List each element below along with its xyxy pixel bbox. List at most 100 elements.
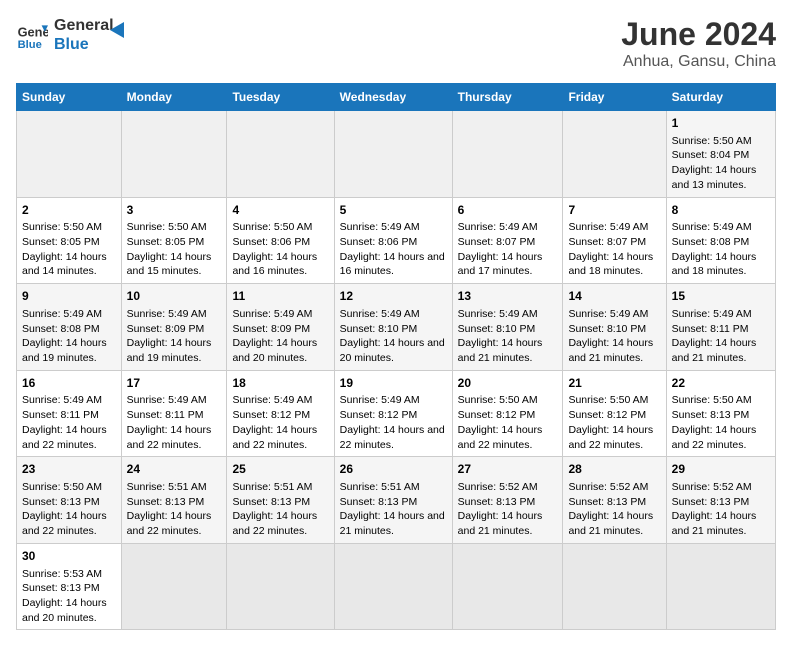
logo: General Blue General Blue: [16, 16, 134, 54]
daylight-label: Daylight: 14 hours and 22 minutes.: [22, 510, 107, 537]
sunset-label: Sunset: 8:07 PM: [568, 236, 646, 248]
sunrise-label: Sunrise: 5:53 AM: [22, 568, 102, 580]
sunrise-label: Sunrise: 5:49 AM: [22, 394, 102, 406]
sunset-label: Sunset: 8:10 PM: [340, 323, 418, 335]
svg-text:Blue: Blue: [18, 39, 42, 51]
sunset-label: Sunset: 8:13 PM: [568, 496, 646, 508]
day-number: 20: [458, 375, 558, 392]
day-number: 14: [568, 288, 660, 305]
day-number: 13: [458, 288, 558, 305]
col-friday: Friday: [563, 84, 666, 111]
sunset-label: Sunset: 8:13 PM: [22, 496, 100, 508]
cell-week4-day6: 21 Sunrise: 5:50 AM Sunset: 8:12 PM Dayl…: [563, 370, 666, 457]
cell-week6-day4: [334, 543, 452, 630]
day-number: 24: [127, 461, 222, 478]
cell-week2-day6: 7 Sunrise: 5:49 AM Sunset: 8:07 PM Dayli…: [563, 197, 666, 284]
sunrise-label: Sunrise: 5:52 AM: [458, 481, 538, 493]
logo-arrow-icon: [110, 18, 134, 42]
col-wednesday: Wednesday: [334, 84, 452, 111]
sunrise-label: Sunrise: 5:49 AM: [340, 308, 420, 320]
day-number: 3: [127, 202, 222, 219]
calendar-table: Sunday Monday Tuesday Wednesday Thursday…: [16, 83, 776, 630]
cell-week3-day3: 11 Sunrise: 5:49 AM Sunset: 8:09 PM Dayl…: [227, 284, 334, 371]
week-row-5: 23 Sunrise: 5:50 AM Sunset: 8:13 PM Dayl…: [17, 457, 776, 544]
page-header: General Blue General Blue June 2024 Anhu…: [16, 16, 776, 71]
cell-week4-day7: 22 Sunrise: 5:50 AM Sunset: 8:13 PM Dayl…: [666, 370, 775, 457]
sunrise-label: Sunrise: 5:49 AM: [232, 308, 312, 320]
col-sunday: Sunday: [17, 84, 122, 111]
cell-week2-day3: 4 Sunrise: 5:50 AM Sunset: 8:06 PM Dayli…: [227, 197, 334, 284]
cell-week5-day1: 23 Sunrise: 5:50 AM Sunset: 8:13 PM Dayl…: [17, 457, 122, 544]
daylight-label: Daylight: 14 hours and 13 minutes.: [672, 164, 757, 191]
sunset-label: Sunset: 8:10 PM: [458, 323, 536, 335]
sunset-label: Sunset: 8:05 PM: [22, 236, 100, 248]
sunset-label: Sunset: 8:13 PM: [127, 496, 205, 508]
daylight-label: Daylight: 14 hours and 21 minutes.: [672, 337, 757, 364]
daylight-label: Daylight: 14 hours and 22 minutes.: [127, 424, 212, 451]
sunrise-label: Sunrise: 5:51 AM: [340, 481, 420, 493]
daylight-label: Daylight: 14 hours and 18 minutes.: [568, 251, 653, 278]
cell-week3-day1: 9 Sunrise: 5:49 AM Sunset: 8:08 PM Dayli…: [17, 284, 122, 371]
cell-week1-day4: [334, 111, 452, 198]
day-number: 18: [232, 375, 328, 392]
sunset-label: Sunset: 8:13 PM: [458, 496, 536, 508]
cell-week2-day5: 6 Sunrise: 5:49 AM Sunset: 8:07 PM Dayli…: [452, 197, 563, 284]
cell-week5-day5: 27 Sunrise: 5:52 AM Sunset: 8:13 PM Dayl…: [452, 457, 563, 544]
sunset-label: Sunset: 8:09 PM: [127, 323, 205, 335]
cell-week5-day2: 24 Sunrise: 5:51 AM Sunset: 8:13 PM Dayl…: [121, 457, 227, 544]
week-row-6: 30 Sunrise: 5:53 AM Sunset: 8:13 PM Dayl…: [17, 543, 776, 630]
cell-week6-day3: [227, 543, 334, 630]
sunset-label: Sunset: 8:12 PM: [568, 409, 646, 421]
cell-week6-day7: [666, 543, 775, 630]
sunset-label: Sunset: 8:12 PM: [458, 409, 536, 421]
day-number: 2: [22, 202, 116, 219]
cell-week4-day3: 18 Sunrise: 5:49 AM Sunset: 8:12 PM Dayl…: [227, 370, 334, 457]
day-number: 25: [232, 461, 328, 478]
sunset-label: Sunset: 8:05 PM: [127, 236, 205, 248]
cell-week2-day7: 8 Sunrise: 5:49 AM Sunset: 8:08 PM Dayli…: [666, 197, 775, 284]
sunset-label: Sunset: 8:13 PM: [22, 582, 100, 594]
sunrise-label: Sunrise: 5:49 AM: [232, 394, 312, 406]
week-row-4: 16 Sunrise: 5:49 AM Sunset: 8:11 PM Dayl…: [17, 370, 776, 457]
sunrise-label: Sunrise: 5:49 AM: [22, 308, 102, 320]
day-number: 28: [568, 461, 660, 478]
sunrise-label: Sunrise: 5:49 AM: [127, 308, 207, 320]
sunset-label: Sunset: 8:06 PM: [232, 236, 310, 248]
daylight-label: Daylight: 14 hours and 16 minutes.: [340, 251, 445, 278]
sunset-label: Sunset: 8:11 PM: [672, 323, 749, 335]
sunrise-label: Sunrise: 5:52 AM: [672, 481, 752, 493]
sunset-label: Sunset: 8:11 PM: [22, 409, 99, 421]
daylight-label: Daylight: 14 hours and 22 minutes.: [672, 424, 757, 451]
sunrise-label: Sunrise: 5:51 AM: [127, 481, 207, 493]
cell-week2-day4: 5 Sunrise: 5:49 AM Sunset: 8:06 PM Dayli…: [334, 197, 452, 284]
daylight-label: Daylight: 14 hours and 19 minutes.: [127, 337, 212, 364]
day-number: 15: [672, 288, 770, 305]
cell-week6-day6: [563, 543, 666, 630]
day-number: 23: [22, 461, 116, 478]
sunset-label: Sunset: 8:12 PM: [232, 409, 310, 421]
cell-week1-day2: [121, 111, 227, 198]
sunset-label: Sunset: 8:11 PM: [127, 409, 204, 421]
daylight-label: Daylight: 14 hours and 21 minutes.: [672, 510, 757, 537]
cell-week1-day5: [452, 111, 563, 198]
day-number: 7: [568, 202, 660, 219]
daylight-label: Daylight: 14 hours and 18 minutes.: [672, 251, 757, 278]
sunset-label: Sunset: 8:04 PM: [672, 149, 750, 161]
sunrise-label: Sunrise: 5:52 AM: [568, 481, 648, 493]
sunrise-label: Sunrise: 5:50 AM: [458, 394, 538, 406]
cell-week4-day1: 16 Sunrise: 5:49 AM Sunset: 8:11 PM Dayl…: [17, 370, 122, 457]
cell-week5-day4: 26 Sunrise: 5:51 AM Sunset: 8:13 PM Dayl…: [334, 457, 452, 544]
day-number: 16: [22, 375, 116, 392]
sunset-label: Sunset: 8:13 PM: [672, 409, 750, 421]
day-number: 12: [340, 288, 447, 305]
daylight-label: Daylight: 14 hours and 22 minutes.: [568, 424, 653, 451]
sunrise-label: Sunrise: 5:50 AM: [127, 221, 207, 233]
sunrise-label: Sunrise: 5:49 AM: [672, 221, 752, 233]
day-number: 1: [672, 115, 770, 132]
cell-week5-day3: 25 Sunrise: 5:51 AM Sunset: 8:13 PM Dayl…: [227, 457, 334, 544]
daylight-label: Daylight: 14 hours and 20 minutes.: [232, 337, 317, 364]
daylight-label: Daylight: 14 hours and 20 minutes.: [22, 597, 107, 624]
sunset-label: Sunset: 8:13 PM: [672, 496, 750, 508]
cell-week3-day4: 12 Sunrise: 5:49 AM Sunset: 8:10 PM Dayl…: [334, 284, 452, 371]
day-number: 26: [340, 461, 447, 478]
